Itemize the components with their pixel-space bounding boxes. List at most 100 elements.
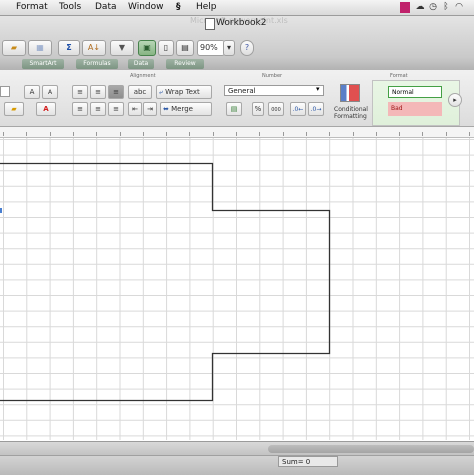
tab-smartart[interactable]: SmartArt bbox=[22, 59, 64, 69]
sum-value: Sum= 0 bbox=[282, 458, 311, 466]
ruler-tick bbox=[26, 132, 28, 136]
merge-icon: ⬌ bbox=[163, 105, 169, 113]
ruler-tick bbox=[305, 132, 307, 136]
help-button[interactable]: ? bbox=[240, 40, 254, 56]
horizontal-scrollbar[interactable] bbox=[0, 441, 474, 456]
conditional-formatting-button[interactable]: Conditional Formatting bbox=[334, 84, 368, 124]
format-painter-icon: ▦ bbox=[36, 43, 44, 52]
paste-icon: ▰ bbox=[10, 43, 18, 52]
group-label-format: Format bbox=[390, 73, 408, 79]
paste-button[interactable]: ▰ bbox=[2, 40, 26, 56]
ruler-tick bbox=[282, 132, 284, 136]
number-format-select[interactable]: General bbox=[224, 85, 324, 96]
decrease-decimal-icon: .0→ bbox=[310, 106, 322, 113]
format-painter-button[interactable]: ▦ bbox=[28, 40, 52, 56]
merge-button[interactable]: ⬌ Merge bbox=[160, 102, 212, 116]
style-normal-label: Normal bbox=[392, 89, 414, 96]
increase-font-button[interactable]: A bbox=[24, 85, 40, 99]
currency-button[interactable]: ▤ bbox=[226, 102, 242, 116]
ruler-tick bbox=[72, 132, 74, 136]
chevron-right-icon: ▸ bbox=[453, 96, 457, 104]
time-machine-icon[interactable]: ◷ bbox=[428, 2, 438, 13]
wifi-icon[interactable]: ◠ bbox=[454, 2, 464, 13]
align-center-button[interactable]: ≡ bbox=[90, 102, 106, 116]
zoom-field[interactable]: 90% bbox=[197, 40, 225, 56]
conditional-formatting-line1: Conditional bbox=[334, 106, 368, 113]
ruler-tick bbox=[166, 132, 168, 136]
group-label-number: Number bbox=[262, 73, 283, 79]
font-size-field[interactable] bbox=[0, 86, 10, 97]
thousands-button[interactable]: 000 bbox=[268, 102, 284, 116]
align-center-icon: ≡ bbox=[95, 105, 101, 113]
style-normal[interactable]: Normal bbox=[388, 86, 442, 98]
sidebar-button[interactable]: ▯ bbox=[158, 40, 174, 56]
menu-tools[interactable]: Tools bbox=[59, 2, 81, 12]
highlight-button[interactable]: ▰ bbox=[4, 102, 24, 116]
increase-font-icon: A bbox=[29, 88, 35, 96]
filter-icon: ▼ bbox=[118, 43, 126, 52]
zoom-dropdown[interactable]: ▾ bbox=[223, 40, 235, 56]
media-browser-button[interactable]: ▤ bbox=[176, 40, 194, 56]
menu-data[interactable]: Data bbox=[95, 2, 117, 12]
status-app-icon[interactable] bbox=[400, 2, 410, 13]
increase-indent-icon: ⇥ bbox=[147, 105, 153, 113]
increase-indent-button[interactable]: ⇥ bbox=[143, 102, 157, 116]
align-bottom-button[interactable]: ≡ bbox=[108, 85, 124, 99]
align-right-button[interactable]: ≡ bbox=[108, 102, 124, 116]
chevron-down-icon: ▾ bbox=[226, 43, 231, 52]
ruler-tick bbox=[119, 132, 121, 136]
script-menu-icon[interactable]: § bbox=[176, 2, 181, 12]
wrap-text-button[interactable]: ⤶ Wrap Text bbox=[156, 85, 212, 99]
orientation-button[interactable]: abc bbox=[128, 85, 152, 99]
zoom-value: 90% bbox=[200, 43, 218, 52]
align-top-button[interactable]: ≡ bbox=[72, 85, 88, 99]
font-color-button[interactable]: A bbox=[36, 102, 56, 116]
tab-data[interactable]: Data bbox=[128, 59, 154, 69]
align-left-icon: ≡ bbox=[77, 105, 83, 113]
align-middle-button[interactable]: ≡ bbox=[90, 85, 106, 99]
sum-indicator[interactable]: Sum= 0 bbox=[278, 456, 338, 467]
gallery-button[interactable]: ▣ bbox=[138, 40, 156, 56]
tab-formulas[interactable]: Formulas bbox=[76, 59, 118, 69]
decrease-indent-icon: ⇤ bbox=[132, 105, 138, 113]
align-left-button[interactable]: ≡ bbox=[72, 102, 88, 116]
cloud-icon[interactable]: ☁ bbox=[415, 2, 425, 13]
style-bad[interactable]: Bad bbox=[388, 102, 442, 116]
thousands-label: 000 bbox=[271, 107, 281, 113]
increase-decimal-button[interactable]: .0← bbox=[290, 102, 306, 116]
ribbon-tab-bar: SmartArt Formulas Data Review bbox=[0, 58, 474, 70]
gallery-icon: ▣ bbox=[143, 43, 151, 52]
spreadsheet-grid[interactable] bbox=[0, 138, 474, 440]
ruler-tick bbox=[49, 132, 51, 136]
document-title: Workbook2 bbox=[216, 18, 267, 28]
menu-help[interactable]: Help bbox=[196, 2, 217, 12]
percent-label: % bbox=[254, 105, 262, 113]
sort-button[interactable]: A↓ bbox=[82, 40, 106, 56]
align-right-icon: ≡ bbox=[113, 105, 119, 113]
menu-bar: Format Tools Data Window § Help ☁ ◷ ᛒ ◠ bbox=[0, 0, 474, 16]
decrease-decimal-button[interactable]: .0→ bbox=[308, 102, 324, 116]
ruler-tick bbox=[399, 132, 401, 136]
ruler-tick bbox=[329, 132, 331, 136]
ruler-tick bbox=[422, 132, 424, 136]
autosum-button[interactable]: Σ bbox=[58, 40, 80, 56]
decrease-indent-button[interactable]: ⇤ bbox=[128, 102, 142, 116]
decrease-font-button[interactable]: A bbox=[42, 85, 58, 99]
styles-next-button[interactable]: ▸ bbox=[448, 93, 462, 107]
ruler-tick bbox=[142, 132, 144, 136]
menu-format[interactable]: Format bbox=[16, 2, 48, 12]
percent-button[interactable]: % bbox=[252, 102, 264, 116]
drawn-shape-outline bbox=[0, 162, 331, 402]
help-icon: ? bbox=[244, 43, 250, 52]
ruler-tick bbox=[3, 132, 4, 136]
scroll-thumb[interactable] bbox=[268, 445, 474, 453]
bluetooth-icon[interactable]: ᛒ bbox=[441, 2, 451, 13]
wrap-text-label: Wrap Text bbox=[165, 88, 200, 96]
document-icon bbox=[205, 18, 215, 30]
number-format-value: General bbox=[228, 87, 256, 95]
menu-window[interactable]: Window bbox=[128, 2, 164, 12]
tab-review[interactable]: Review bbox=[166, 59, 204, 69]
orientation-label: abc bbox=[133, 88, 147, 96]
merge-label: Merge bbox=[171, 105, 193, 113]
filter-button[interactable]: ▼ bbox=[110, 40, 134, 56]
